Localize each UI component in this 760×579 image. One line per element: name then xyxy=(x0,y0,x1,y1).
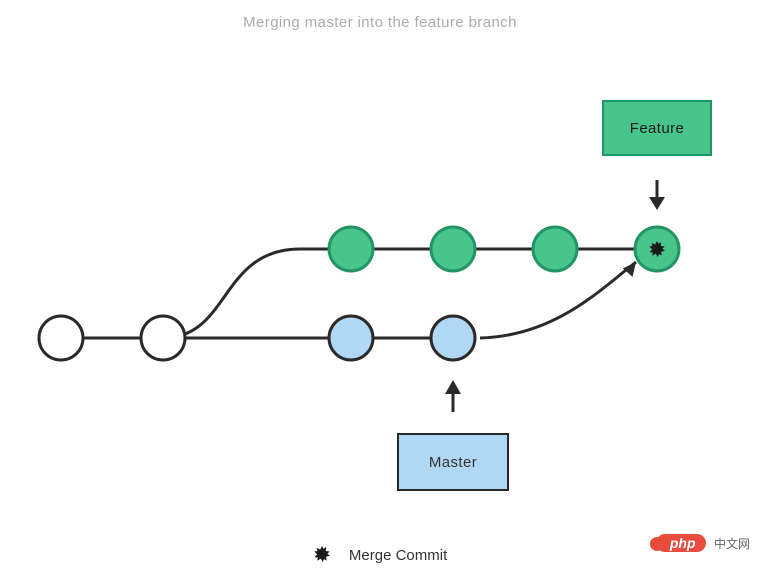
commit-node xyxy=(431,227,475,271)
commit-node xyxy=(431,316,475,360)
master-branch-label: Master xyxy=(397,433,509,491)
watermark-suffix: 中文网 xyxy=(714,535,750,552)
commit-node xyxy=(533,227,577,271)
commit-node xyxy=(329,227,373,271)
merge-commit-legend-icon xyxy=(313,545,331,567)
commit-node xyxy=(141,316,185,360)
legend: Merge Commit xyxy=(0,545,760,567)
feature-branch-label: Feature xyxy=(602,100,712,156)
legend-text: Merge Commit xyxy=(349,547,447,564)
commit-node xyxy=(329,316,373,360)
watermark-brand: php xyxy=(656,534,706,552)
commit-node xyxy=(39,316,83,360)
master-label-text: Master xyxy=(429,454,477,471)
git-diagram xyxy=(0,0,760,579)
watermark: php 中文网 xyxy=(656,534,750,553)
feature-label-text: Feature xyxy=(630,120,685,137)
